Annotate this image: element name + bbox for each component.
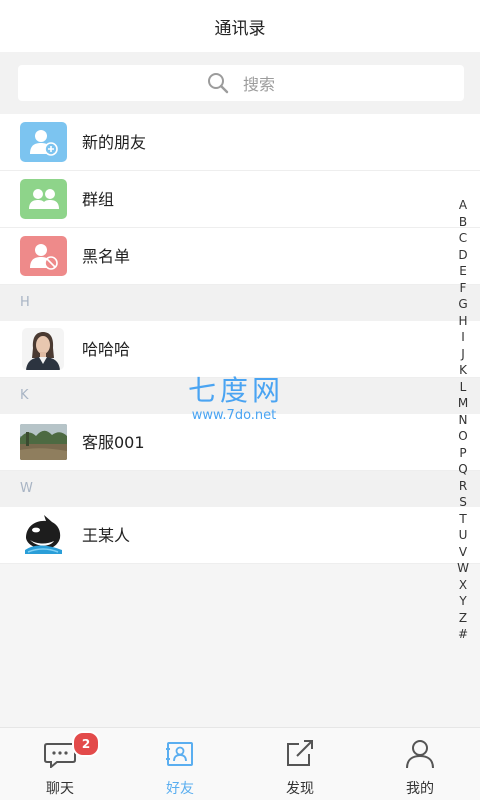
index-letter[interactable]: Q: [458, 461, 467, 478]
index-letter[interactable]: O: [458, 428, 467, 445]
index-letter[interactable]: V: [459, 544, 467, 561]
section-header-h: H: [0, 285, 480, 321]
contact-name: 客服001: [82, 433, 145, 452]
add-friend-icon: [20, 122, 67, 162]
group-icon: [20, 179, 67, 219]
index-letter[interactable]: C: [459, 230, 467, 247]
orca-avatar: [22, 514, 64, 556]
index-letter[interactable]: H: [458, 313, 467, 330]
index-letter[interactable]: S: [459, 494, 467, 511]
bottom-tab-bar: 2 聊天 好友 发现 我的: [0, 727, 480, 800]
tab-discover-label: 发现: [286, 781, 314, 797]
index-letter[interactable]: J: [461, 346, 465, 363]
tab-discover[interactable]: 发现: [240, 728, 360, 800]
search-area: 搜索: [0, 52, 480, 114]
index-letter[interactable]: B: [459, 214, 467, 231]
index-letter[interactable]: Y: [459, 593, 466, 610]
index-letter[interactable]: F: [460, 280, 467, 297]
search-icon: [207, 73, 229, 94]
index-letter[interactable]: W: [457, 560, 469, 577]
new-friends-label: 新的朋友: [82, 133, 147, 152]
index-letter[interactable]: E: [459, 263, 467, 280]
unread-badge: 2: [72, 731, 100, 757]
index-letter[interactable]: #: [458, 626, 468, 643]
top-bar: 通讯录: [0, 0, 480, 52]
tab-friends-label: 好友: [166, 781, 194, 797]
contact-name: 哈哈哈: [82, 340, 131, 359]
tab-me[interactable]: 我的: [360, 728, 480, 800]
tab-friends[interactable]: 好友: [120, 728, 240, 800]
woman-portrait-avatar: [22, 328, 64, 370]
index-letter[interactable]: X: [459, 577, 467, 594]
watermark-title: 七度网: [188, 374, 285, 407]
index-letter[interactable]: T: [459, 511, 466, 528]
section-header-w: W: [0, 471, 480, 507]
profile-icon: [402, 738, 438, 770]
alphabet-index-bar[interactable]: A B C D E F G H I J K L M N O P Q R S T U V W X Y Z #: [454, 197, 472, 643]
index-letter[interactable]: D: [458, 247, 467, 264]
blacklist-icon: [20, 236, 67, 276]
index-letter[interactable]: R: [459, 478, 467, 495]
index-letter[interactable]: I: [461, 329, 465, 346]
groups-label: 群组: [82, 190, 115, 209]
contact-row[interactable]: 哈哈哈: [0, 321, 480, 378]
search-input[interactable]: 搜索: [18, 65, 464, 101]
index-letter[interactable]: U: [459, 527, 468, 544]
index-letter[interactable]: P: [459, 445, 466, 462]
tab-chat-label: 聊天: [46, 781, 74, 797]
groups-row[interactable]: 群组: [0, 171, 480, 228]
blacklist-label: 黑名单: [82, 247, 131, 266]
search-placeholder: 搜索: [242, 75, 275, 94]
index-letter[interactable]: M: [458, 395, 468, 412]
contacts-book-icon: [162, 738, 198, 770]
watermark-url: www.7do.net: [191, 408, 277, 423]
index-letter[interactable]: K: [459, 362, 467, 379]
index-letter[interactable]: N: [459, 412, 468, 429]
index-letter[interactable]: A: [459, 197, 467, 214]
page-title: 通讯录: [214, 18, 266, 39]
new-friends-row[interactable]: 新的朋友: [0, 114, 480, 171]
tab-chat[interactable]: 2 聊天: [0, 728, 120, 800]
landscape-avatar: [20, 424, 67, 460]
index-letter[interactable]: L: [460, 379, 467, 396]
contact-name: 王某人: [82, 526, 131, 545]
tab-me-label: 我的: [406, 781, 434, 797]
watermark: 七度网 www.7do.net: [188, 374, 284, 424]
index-letter[interactable]: G: [458, 296, 467, 313]
contact-row[interactable]: 王某人: [0, 507, 480, 564]
discover-share-icon: [282, 738, 318, 770]
blacklist-row[interactable]: 黑名单: [0, 228, 480, 285]
index-letter[interactable]: Z: [459, 610, 467, 627]
